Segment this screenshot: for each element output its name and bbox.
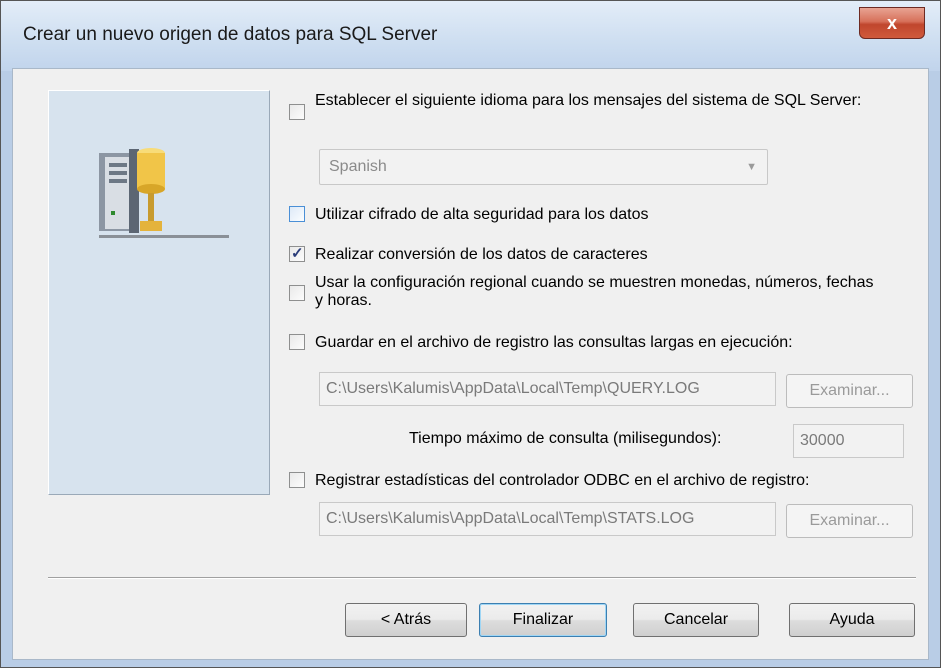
language-label: Establecer el siguiente idioma para los … [315,92,862,109]
encryption-checkbox[interactable] [289,206,305,222]
cancel-button[interactable]: Cancelar [633,603,759,637]
query-log-path-value: C:\Users\Kalumis\AppData\Local\Temp\QUER… [326,380,700,397]
char-conversion-checkbox[interactable]: ✓ [289,245,305,262]
database-server-icon [99,148,229,238]
wizard-image-panel [48,90,270,495]
title-bar: Crear un nuevo origen de datos para SQL … [1,1,940,71]
chevron-down-icon: ▼ [746,161,757,173]
language-select[interactable]: Spanish ▼ [319,149,768,185]
window-title: Crear un nuevo origen de datos para SQL … [23,24,438,45]
dialog-client: Establecer el siguiente idioma para los … [12,68,929,660]
stats-log-path-value: C:\Users\Kalumis\AppData\Local\Temp\STAT… [326,510,695,527]
regional-label: Usar la configuración regional cuando se… [315,274,874,309]
timeout-label: Tiempo máximo de consulta (milisegundos)… [409,430,722,447]
finish-button[interactable]: Finalizar [479,603,607,637]
language-checkbox[interactable] [289,104,305,120]
checkmark-icon: ✓ [291,245,304,262]
encryption-label: Utilizar cifrado de alta seguridad para … [315,206,649,223]
close-button[interactable]: x [859,7,925,39]
timeout-value: 30000 [800,432,845,449]
dialog-window: Crear un nuevo origen de datos para SQL … [0,0,941,668]
stats-checkbox[interactable] [289,472,305,488]
query-log-browse-button[interactable]: Examinar... [786,374,913,408]
regional-checkbox[interactable] [289,285,305,301]
help-button[interactable]: Ayuda [789,603,915,637]
language-select-value: Spanish [329,158,387,175]
long-queries-checkbox[interactable] [289,334,305,350]
timeout-input[interactable]: 30000 [793,424,904,458]
separator [48,577,916,579]
char-conversion-label: Realizar conversión de los datos de cara… [315,246,648,263]
close-icon: x [886,13,897,33]
stats-label: Registrar estadísticas del controlador O… [315,472,810,489]
stats-log-browse-button[interactable]: Examinar... [786,504,913,538]
long-queries-label: Guardar en el archivo de registro las co… [315,334,793,351]
back-button[interactable]: < Atrás [345,603,467,637]
query-log-path-input[interactable]: C:\Users\Kalumis\AppData\Local\Temp\QUER… [319,372,776,406]
stats-log-path-input[interactable]: C:\Users\Kalumis\AppData\Local\Temp\STAT… [319,502,776,536]
